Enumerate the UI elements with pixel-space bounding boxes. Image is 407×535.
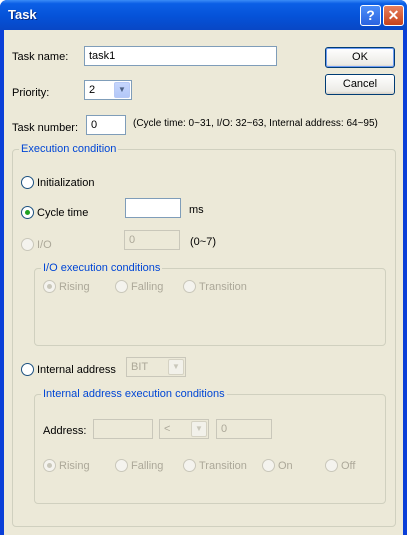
radio-selected-icon [21, 206, 34, 219]
operator-select[interactable]: < ▼ [159, 419, 209, 439]
internal-address-type-select[interactable]: BIT ▼ [126, 357, 186, 377]
chevron-down-icon[interactable]: ▼ [168, 359, 184, 375]
dialog-body: Task name: task1 OK Cancel Priority: 2 ▼… [4, 30, 403, 535]
chevron-down-icon[interactable]: ▼ [191, 421, 207, 437]
io-rising-label: Rising [59, 280, 90, 293]
io-label: I/O [37, 238, 52, 251]
radio-icon [115, 459, 128, 472]
internal-off-radio[interactable]: Off [325, 459, 355, 472]
execution-condition-group: Execution condition Initialization Cycle… [12, 143, 396, 527]
title-bar[interactable]: Task ? ✕ [0, 0, 407, 30]
internal-address-type-value: BIT [131, 361, 149, 373]
task-name-input[interactable]: task1 [84, 46, 277, 66]
io-falling-radio[interactable]: Falling [115, 280, 163, 293]
radio-icon [21, 176, 34, 189]
internal-falling-radio[interactable]: Falling [115, 459, 163, 472]
internal-on-radio[interactable]: On [262, 459, 293, 472]
chevron-down-icon[interactable]: ▼ [114, 82, 130, 98]
io-transition-radio[interactable]: Transition [183, 280, 247, 293]
internal-falling-label: Falling [131, 459, 164, 472]
io-range: (0~7) [190, 236, 216, 248]
priority-label: Priority: [12, 87, 50, 99]
help-icon[interactable]: ? [360, 5, 381, 26]
cycle-time-unit: ms [189, 204, 204, 216]
initialization-label: Initialization [37, 176, 95, 189]
io-rising-radio[interactable]: Rising [43, 280, 90, 293]
radio-icon [21, 363, 34, 376]
internal-on-label: On [278, 459, 293, 472]
radio-icon [183, 280, 196, 293]
io-falling-label: Falling [131, 280, 164, 293]
io-transition-label: Transition [199, 280, 247, 293]
cancel-button[interactable]: Cancel [325, 74, 395, 95]
ok-button[interactable]: OK [325, 47, 395, 68]
initialization-radio[interactable]: Initialization [21, 176, 94, 189]
internal-rising-label: Rising [59, 459, 90, 472]
priority-select[interactable]: 2 ▼ [84, 80, 132, 100]
compare-value-input[interactable]: 0 [216, 419, 272, 439]
internal-address-label: Internal address [37, 363, 116, 376]
window-title: Task [8, 7, 37, 22]
radio-icon [115, 280, 128, 293]
operator-value: < [164, 423, 171, 435]
cycle-time-radio[interactable]: Cycle time [21, 206, 88, 219]
execution-condition-legend: Execution condition [19, 143, 119, 155]
internal-conditions-legend: Internal address execution conditions [41, 388, 227, 400]
internal-off-label: Off [341, 459, 356, 472]
internal-conditions-group: Internal address execution conditions Ad… [34, 388, 386, 504]
address-input[interactable] [93, 419, 153, 439]
radio-selected-icon [43, 280, 56, 293]
internal-rising-radio[interactable]: Rising [43, 459, 90, 472]
io-conditions-group: I/O execution conditions Rising Falling … [34, 262, 386, 346]
radio-icon [325, 459, 338, 472]
radio-selected-icon [43, 459, 56, 472]
radio-icon [21, 238, 34, 251]
radio-icon [262, 459, 275, 472]
internal-transition-radio[interactable]: Transition [183, 459, 247, 472]
priority-value: 2 [89, 84, 96, 96]
task-dialog: Task ? ✕ Task name: task1 OK Cancel Prio… [0, 0, 407, 535]
cycle-time-input[interactable] [125, 198, 181, 218]
io-radio[interactable]: I/O [21, 238, 52, 251]
internal-transition-label: Transition [199, 459, 247, 472]
io-conditions-legend: I/O execution conditions [41, 262, 163, 274]
task-number-label: Task number: [12, 122, 79, 134]
task-name-label: Task name: [12, 51, 69, 63]
radio-icon [183, 459, 196, 472]
task-number-input[interactable]: 0 [86, 115, 126, 135]
task-number-hint: (Cycle time: 0~31, I/O: 32~63, Internal … [133, 118, 378, 129]
internal-address-radio[interactable]: Internal address [21, 363, 116, 376]
io-input[interactable]: 0 [124, 230, 180, 250]
cycle-time-label: Cycle time [37, 206, 89, 219]
address-label: Address: [43, 425, 87, 437]
close-icon[interactable]: ✕ [383, 5, 404, 26]
